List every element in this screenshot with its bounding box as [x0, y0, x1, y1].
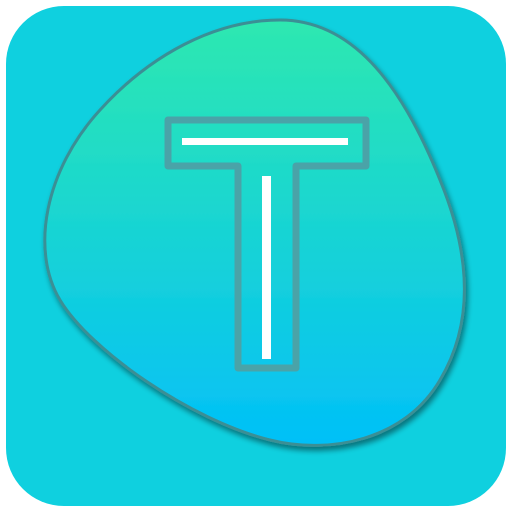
letter-t-crossbar — [182, 138, 348, 145]
app-icon[interactable] — [0, 0, 512, 512]
letter-t-stem — [262, 176, 271, 359]
app-icon-graphic — [6, 6, 506, 506]
